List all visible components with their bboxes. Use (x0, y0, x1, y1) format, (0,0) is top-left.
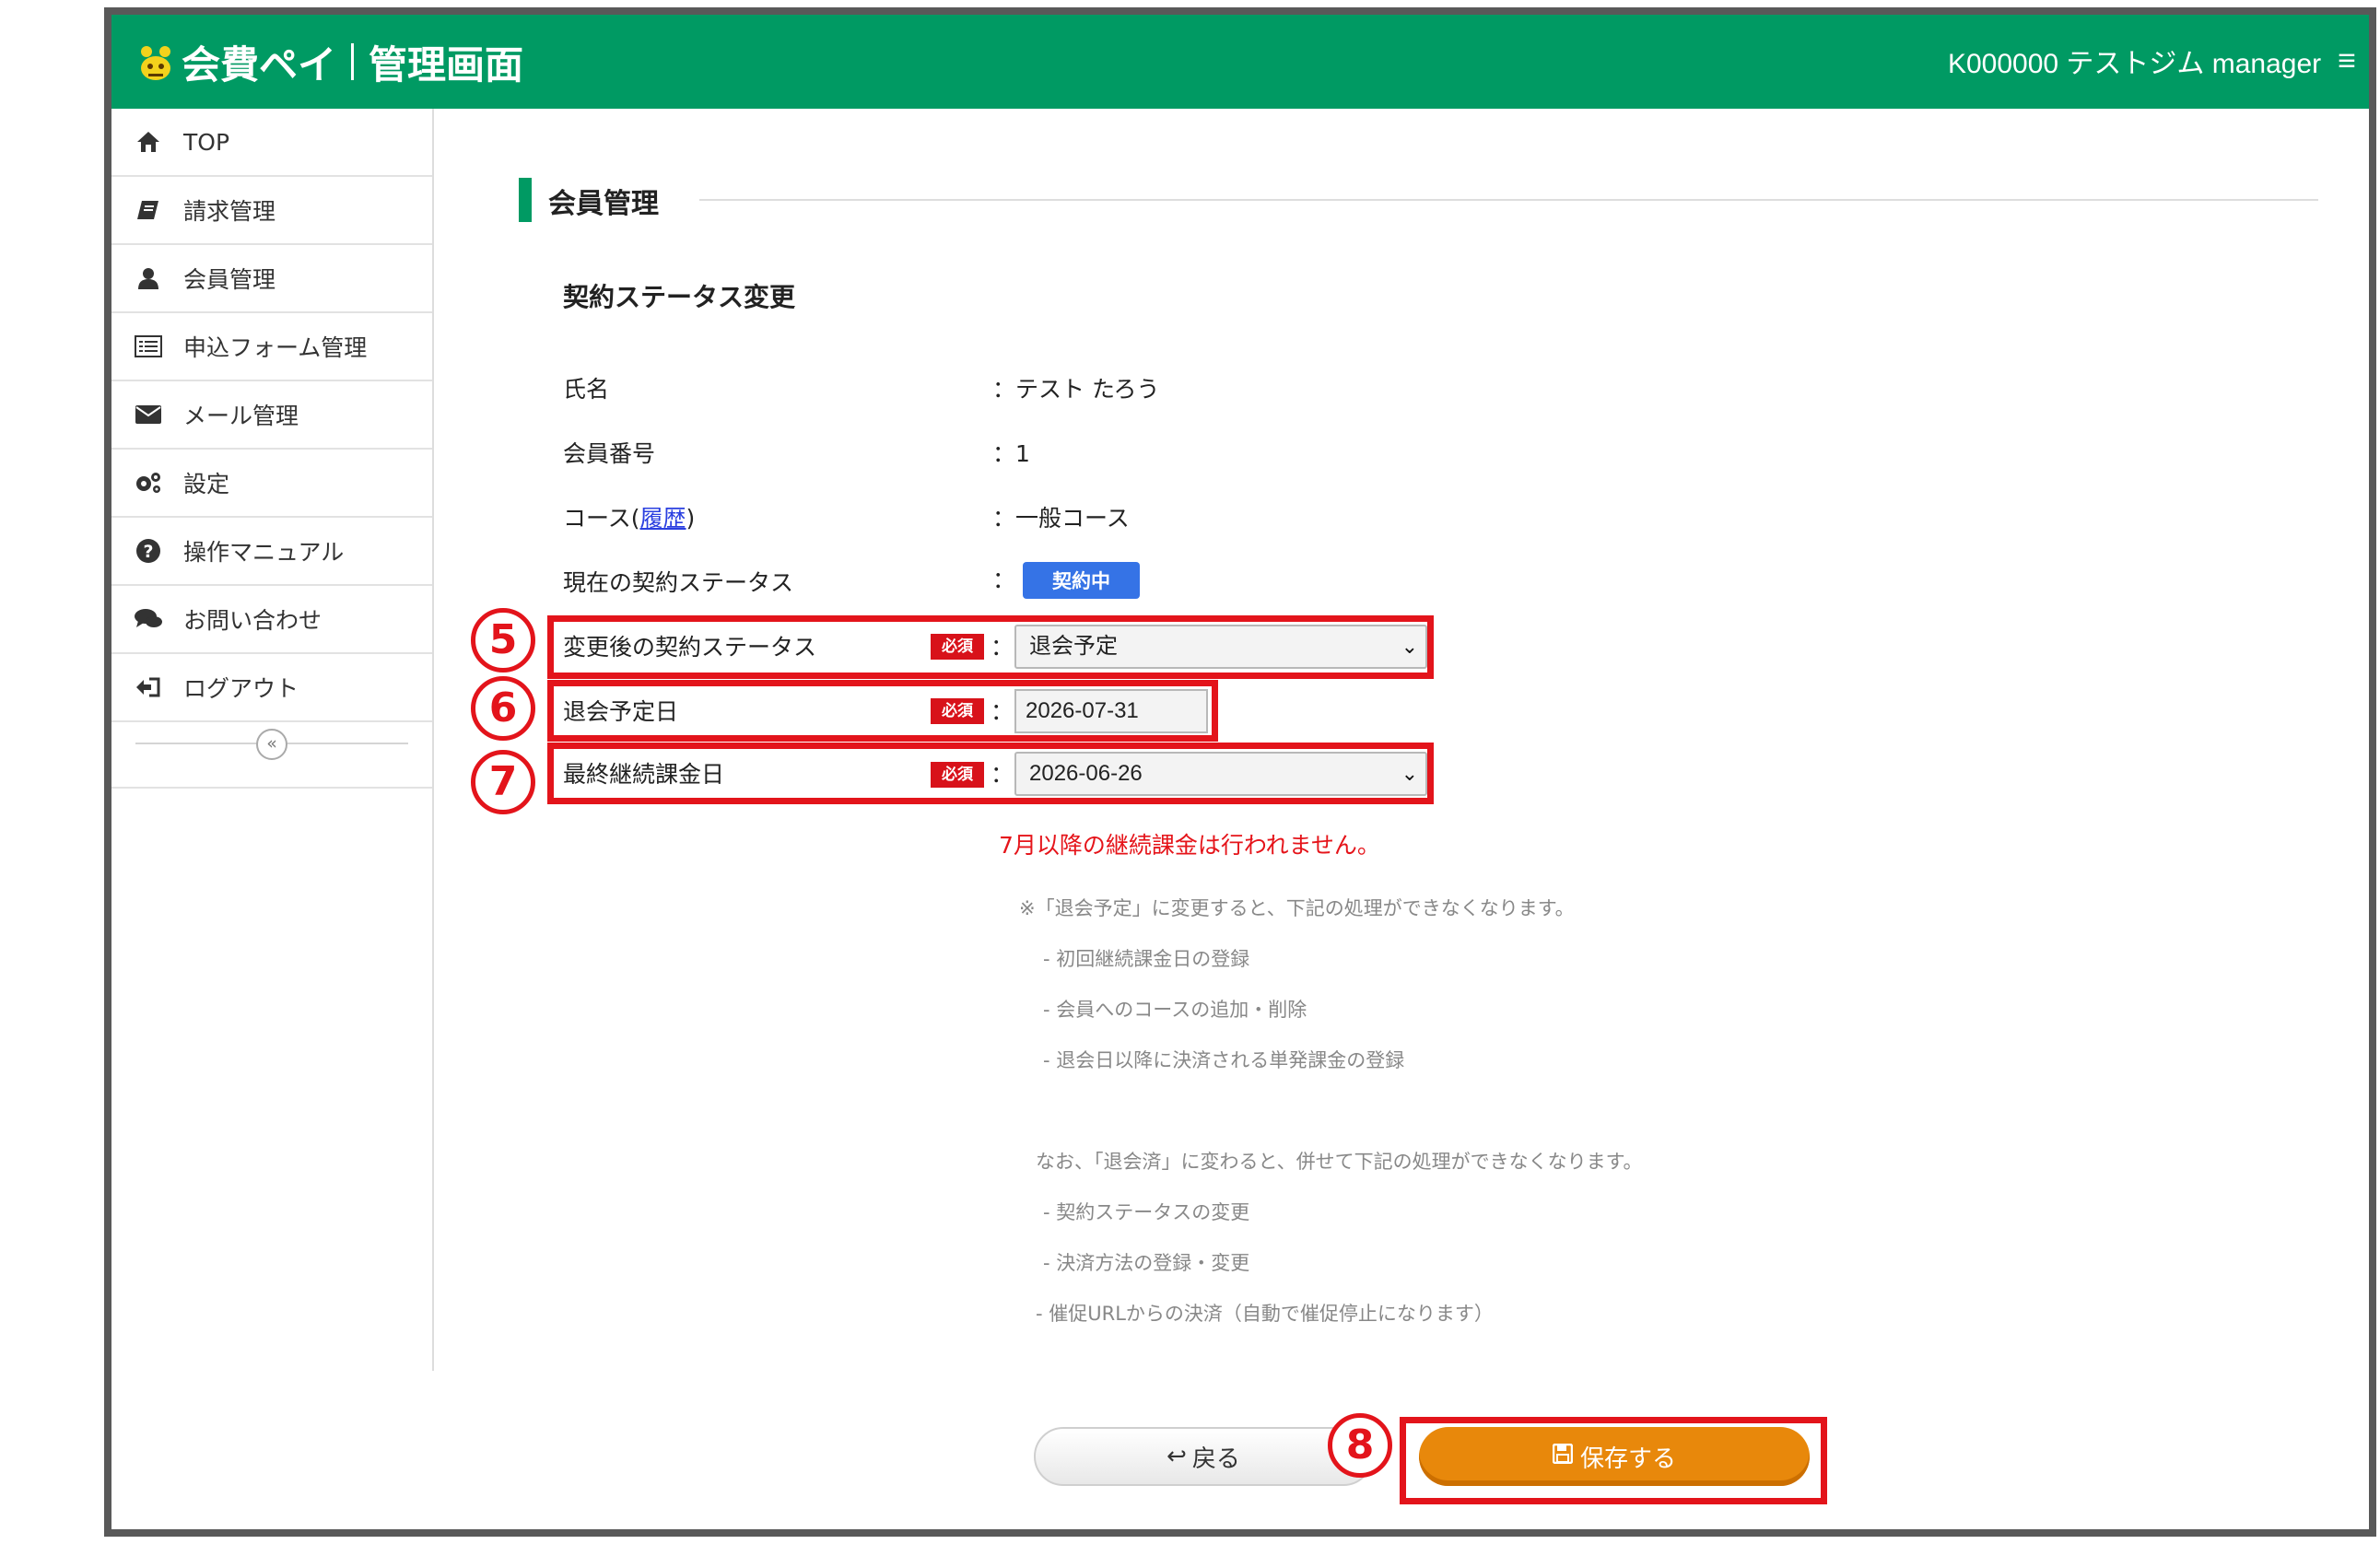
sidebar-item-billing[interactable]: 請求管理 (111, 177, 432, 245)
chevron-down-icon: ⌄ (1401, 635, 1418, 658)
required-badge: 必須 (931, 762, 984, 788)
status-colon: ： (992, 567, 1016, 593)
sidebar-item-label: 請求管理 (183, 198, 276, 225)
course-label-text: コース( (563, 505, 640, 532)
main-content: 会員管理 契約ステータス変更 氏名 ：テスト たろう 会員番号 ：1 コース(履… (432, 109, 2369, 1529)
sidebar-item-label: TOP (183, 128, 230, 156)
mascot-logo-icon (141, 46, 170, 80)
gears-icon (132, 469, 165, 497)
home-icon (132, 128, 165, 156)
page-title: 会員管理 (548, 188, 659, 220)
note-line: ※「退会予定」に変更すると、下記の処理ができなくなります。 (1019, 897, 1575, 919)
note-line: - 会員へのコースの追加・削除 (1043, 999, 1307, 1021)
step-number-badge: 7 (471, 750, 535, 814)
sidebar-item-label: 会員管理 (183, 266, 276, 293)
save-button[interactable]: 保存する (1419, 1427, 1810, 1486)
name-label: 氏名 (563, 376, 610, 403)
course-value: ：一般コース (992, 505, 1130, 532)
title-divider (699, 199, 2318, 201)
member-number-label: 会員番号 (563, 440, 656, 467)
app-name: 会費ペイ (182, 41, 337, 88)
envelope-icon (132, 401, 165, 428)
app-window: 会費ペイ 管理画面 K000000 テストジム manager ≡ TOP 請求… (104, 7, 2376, 1537)
note-line: - 契約ステータスの変更 (1043, 1201, 1250, 1223)
logout-icon (132, 673, 165, 701)
member-number-value: ：1 (992, 440, 1030, 467)
sidebar-item-settings[interactable]: 設定 (111, 450, 432, 518)
sidebar-collapse-row: « (111, 722, 432, 789)
app-section: 管理画面 (369, 41, 524, 88)
last-billing-select[interactable]: 2026-06-26 ⌄ (1014, 752, 1427, 796)
note-line: - 退会日以降に決済される単発課金の登録 (1043, 1049, 1405, 1071)
sidebar-item-manual[interactable]: ? 操作マニュアル (111, 518, 432, 586)
account-menu[interactable]: K000000 テストジム manager ≡ (1948, 41, 2356, 81)
chevron-down-icon: ⌄ (1401, 762, 1418, 785)
sidebar-item-members[interactable]: 会員管理 (111, 245, 432, 313)
last-billing-value: 2026-06-26 (1029, 761, 1143, 786)
question-icon: ? (132, 537, 165, 565)
app-logo[interactable]: 会費ペイ 管理画面 (137, 35, 523, 88)
undo-arrow-icon: ↩ (1167, 1443, 1187, 1470)
sidebar: TOP 請求管理 会員管理 申込フォーム管理 メール管理 設定 ? 操作マニュア… (111, 109, 434, 1371)
step-number-badge: 5 (471, 608, 535, 673)
field-colon: ： (991, 634, 1014, 661)
section-accent-bar (519, 178, 532, 222)
note-line: - 決済方法の登録・変更 (1043, 1252, 1250, 1274)
current-status-label: 現在の契約ステータス (563, 569, 794, 596)
sidebar-item-top[interactable]: TOP (111, 109, 432, 177)
course-history-link[interactable]: 履歴 (640, 505, 686, 532)
form-list-icon (132, 333, 165, 360)
sidebar-item-label: 設定 (183, 471, 230, 497)
user-icon (132, 264, 165, 292)
back-label: 戻る (1191, 1445, 1240, 1473)
status-badge: 契約中 (1022, 562, 1140, 599)
collapse-sidebar-icon[interactable]: « (256, 729, 287, 760)
new-status-label: 変更後の契約ステータス (563, 634, 817, 661)
form-title: 契約ステータス変更 (563, 282, 796, 312)
sidebar-item-label: ログアウト (183, 675, 299, 702)
required-badge: 必須 (931, 698, 984, 724)
last-billing-label: 最終継続課金日 (563, 761, 725, 788)
logo-divider (351, 43, 355, 80)
billing-warning: 7月以降の継続課金は行われません。 (999, 832, 1380, 859)
sidebar-item-label: メール管理 (183, 403, 299, 429)
sidebar-item-label: 申込フォーム管理 (183, 334, 368, 361)
new-status-value: 退会予定 (1029, 634, 1118, 659)
back-button[interactable]: ↩ 戻る (1034, 1427, 1373, 1486)
sidebar-item-logout[interactable]: ログアウト (111, 654, 432, 722)
sidebar-item-forms[interactable]: 申込フォーム管理 (111, 313, 432, 381)
floppy-icon (1552, 1443, 1574, 1470)
step-number-badge: 8 (1328, 1413, 1392, 1478)
save-label: 保存する (1579, 1445, 1676, 1473)
sidebar-item-contact[interactable]: お問い合わせ (111, 586, 432, 654)
field-colon: ： (991, 698, 1014, 725)
sidebar-item-mail[interactable]: メール管理 (111, 381, 432, 450)
note-line: なお、「退会済」に変わると、併せて下記の処理ができなくなります。 (1036, 1151, 1643, 1173)
chat-icon (132, 605, 165, 633)
svg-text:?: ? (143, 542, 153, 562)
sidebar-item-label: お問い合わせ (183, 607, 322, 634)
hamburger-icon[interactable]: ≡ (2338, 43, 2356, 79)
note-line: - 初回継続課金日の登録 (1043, 948, 1250, 970)
field-colon: ： (991, 761, 1014, 788)
account-name: K000000 テストジム manager (1947, 49, 2322, 79)
course-label: コース(履歴) (563, 500, 695, 533)
course-label-close: ) (686, 505, 696, 532)
required-badge: 必須 (931, 634, 984, 660)
note-line: - 催促URLからの決済（自動で催促停止になります） (1036, 1303, 1494, 1325)
withdraw-date-input[interactable]: 2026-07-31 (1014, 689, 1208, 733)
step-number-badge: 6 (471, 676, 535, 741)
withdraw-date-label: 退会予定日 (563, 698, 679, 725)
current-status-value: ： 契約中 (992, 562, 1140, 599)
sidebar-item-label: 操作マニュアル (183, 539, 345, 566)
top-bar: 会費ペイ 管理画面 K000000 テストジム manager ≡ (111, 15, 2369, 109)
book-icon (132, 196, 165, 224)
name-value: ：テスト たろう (992, 376, 1160, 403)
new-status-select[interactable]: 退会予定 ⌄ (1014, 625, 1427, 669)
